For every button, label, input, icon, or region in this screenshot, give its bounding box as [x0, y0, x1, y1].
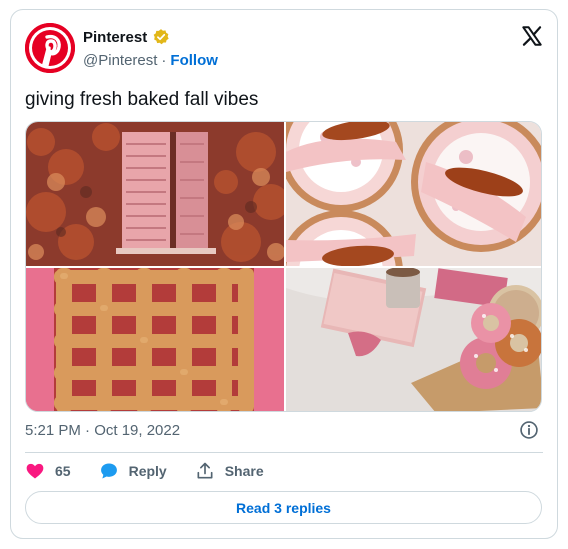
media-image-lattice-pie[interactable] [26, 268, 284, 411]
author-name[interactable]: Pinterest [83, 29, 147, 46]
author-handle-row: @Pinterest · Follow [83, 52, 218, 69]
media-image-table-setting[interactable] [286, 122, 541, 266]
verified-badge-icon [153, 29, 169, 45]
tweet-timestamp[interactable]: 5:21 PM · Oct 19, 2022 [25, 422, 180, 439]
x-logo-icon[interactable] [521, 25, 543, 47]
tweet-actions: 65 Reply Share [25, 459, 292, 483]
tweet-embed-card: Pinterest @Pinterest · Follow giving fre… [10, 9, 558, 539]
author-name-row: Pinterest [83, 28, 170, 46]
reply-button[interactable]: Reply [99, 461, 167, 481]
share-icon [197, 462, 213, 479]
heart-icon [26, 463, 44, 479]
media-grid [25, 121, 542, 412]
follow-button[interactable]: Follow [170, 52, 218, 69]
pinterest-logo-icon [25, 23, 75, 73]
media-image-window-shutters[interactable] [26, 122, 284, 266]
tweet-text: giving fresh baked fall vibes [25, 89, 259, 110]
avatar[interactable] [25, 23, 75, 73]
likes-count: 65 [55, 463, 71, 479]
media-image-donuts-coffee[interactable] [286, 268, 541, 411]
share-button[interactable]: Share [195, 461, 264, 481]
author-handle[interactable]: @Pinterest [83, 52, 157, 69]
reply-bubble-icon [100, 463, 117, 479]
info-icon[interactable] [519, 420, 539, 440]
share-label: Share [224, 463, 264, 479]
handle-separator: · [161, 52, 167, 69]
like-button[interactable]: 65 [25, 461, 71, 481]
divider [25, 452, 543, 453]
reply-label: Reply [128, 463, 167, 479]
read-replies-button[interactable]: Read 3 replies [25, 491, 542, 524]
